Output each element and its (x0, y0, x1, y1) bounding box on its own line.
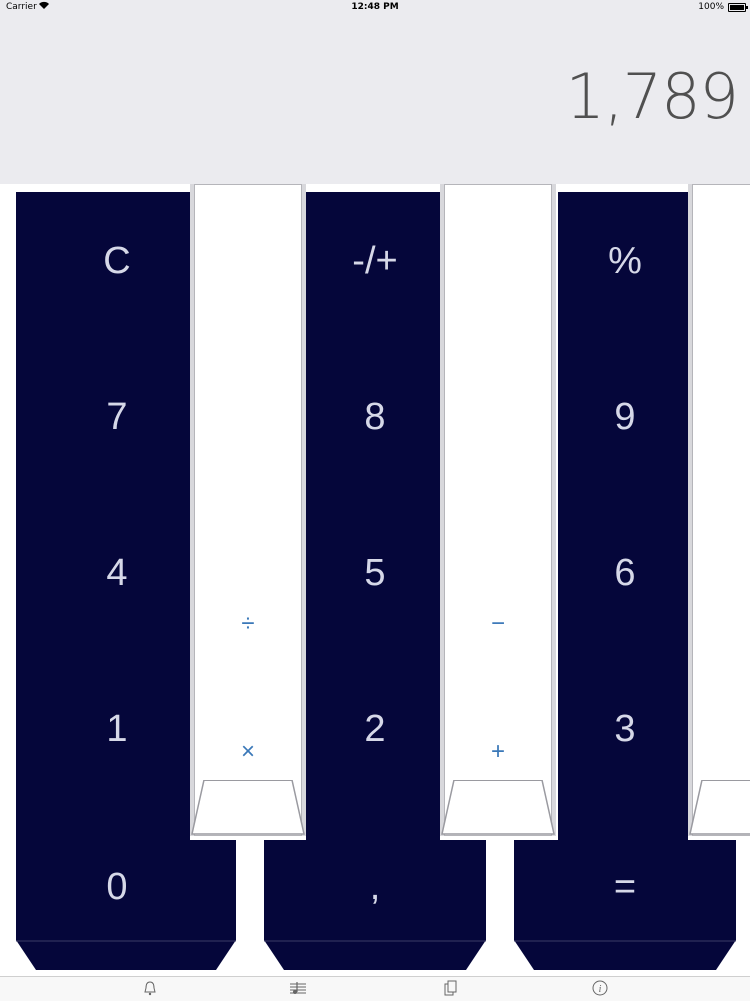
divide-button[interactable]: ÷ (194, 610, 302, 638)
digit-5-button[interactable]: 5 (264, 552, 486, 595)
digit-0-button[interactable]: 0 (16, 866, 218, 909)
battery-icon (728, 3, 748, 12)
operator-key-middle-bevel (441, 780, 555, 835)
music-score-icon[interactable] (288, 980, 308, 998)
plus-button[interactable]: + (444, 738, 552, 766)
digit-6-button[interactable]: 6 (514, 552, 736, 595)
display-value: 1,789 (565, 60, 739, 133)
battery-percent: 100% (698, 2, 724, 12)
info-icon[interactable]: i (590, 980, 610, 998)
status-time: 12:48 PM (351, 2, 399, 12)
minus-button[interactable]: − (444, 610, 552, 638)
key-column-1-bevel (16, 940, 236, 970)
tab-bar: i (0, 976, 750, 1001)
multiply-button[interactable]: × (194, 738, 302, 766)
equals-button[interactable]: = (514, 866, 736, 909)
digit-9-button[interactable]: 9 (514, 396, 736, 439)
svg-text:i: i (599, 984, 602, 995)
percent-button[interactable]: % (514, 240, 736, 283)
digit-1-button[interactable]: 1 (16, 708, 218, 751)
decimal-button[interactable]: , (264, 866, 486, 909)
key-column-3-bevel (514, 940, 736, 970)
digit-7-button[interactable]: 7 (16, 396, 218, 439)
keypad: C -/+ % 7 8 9 4 5 6 1 2 3 0 , = ÷ × − + (0, 184, 750, 976)
clear-button[interactable]: C (16, 240, 218, 283)
digit-8-button[interactable]: 8 (264, 396, 486, 439)
copy-icon[interactable] (440, 980, 460, 998)
operator-key-right-bevel (689, 780, 750, 835)
status-bar: Carrier 12:48 PM 100% (0, 0, 750, 16)
display-panel: 1,789 (0, 0, 750, 184)
sign-toggle-button[interactable]: -/+ (264, 240, 486, 283)
operator-key-left-bevel (191, 780, 305, 835)
key-column-2-bevel (264, 940, 486, 970)
bell-icon[interactable] (140, 980, 160, 998)
digit-4-button[interactable]: 4 (16, 552, 218, 595)
